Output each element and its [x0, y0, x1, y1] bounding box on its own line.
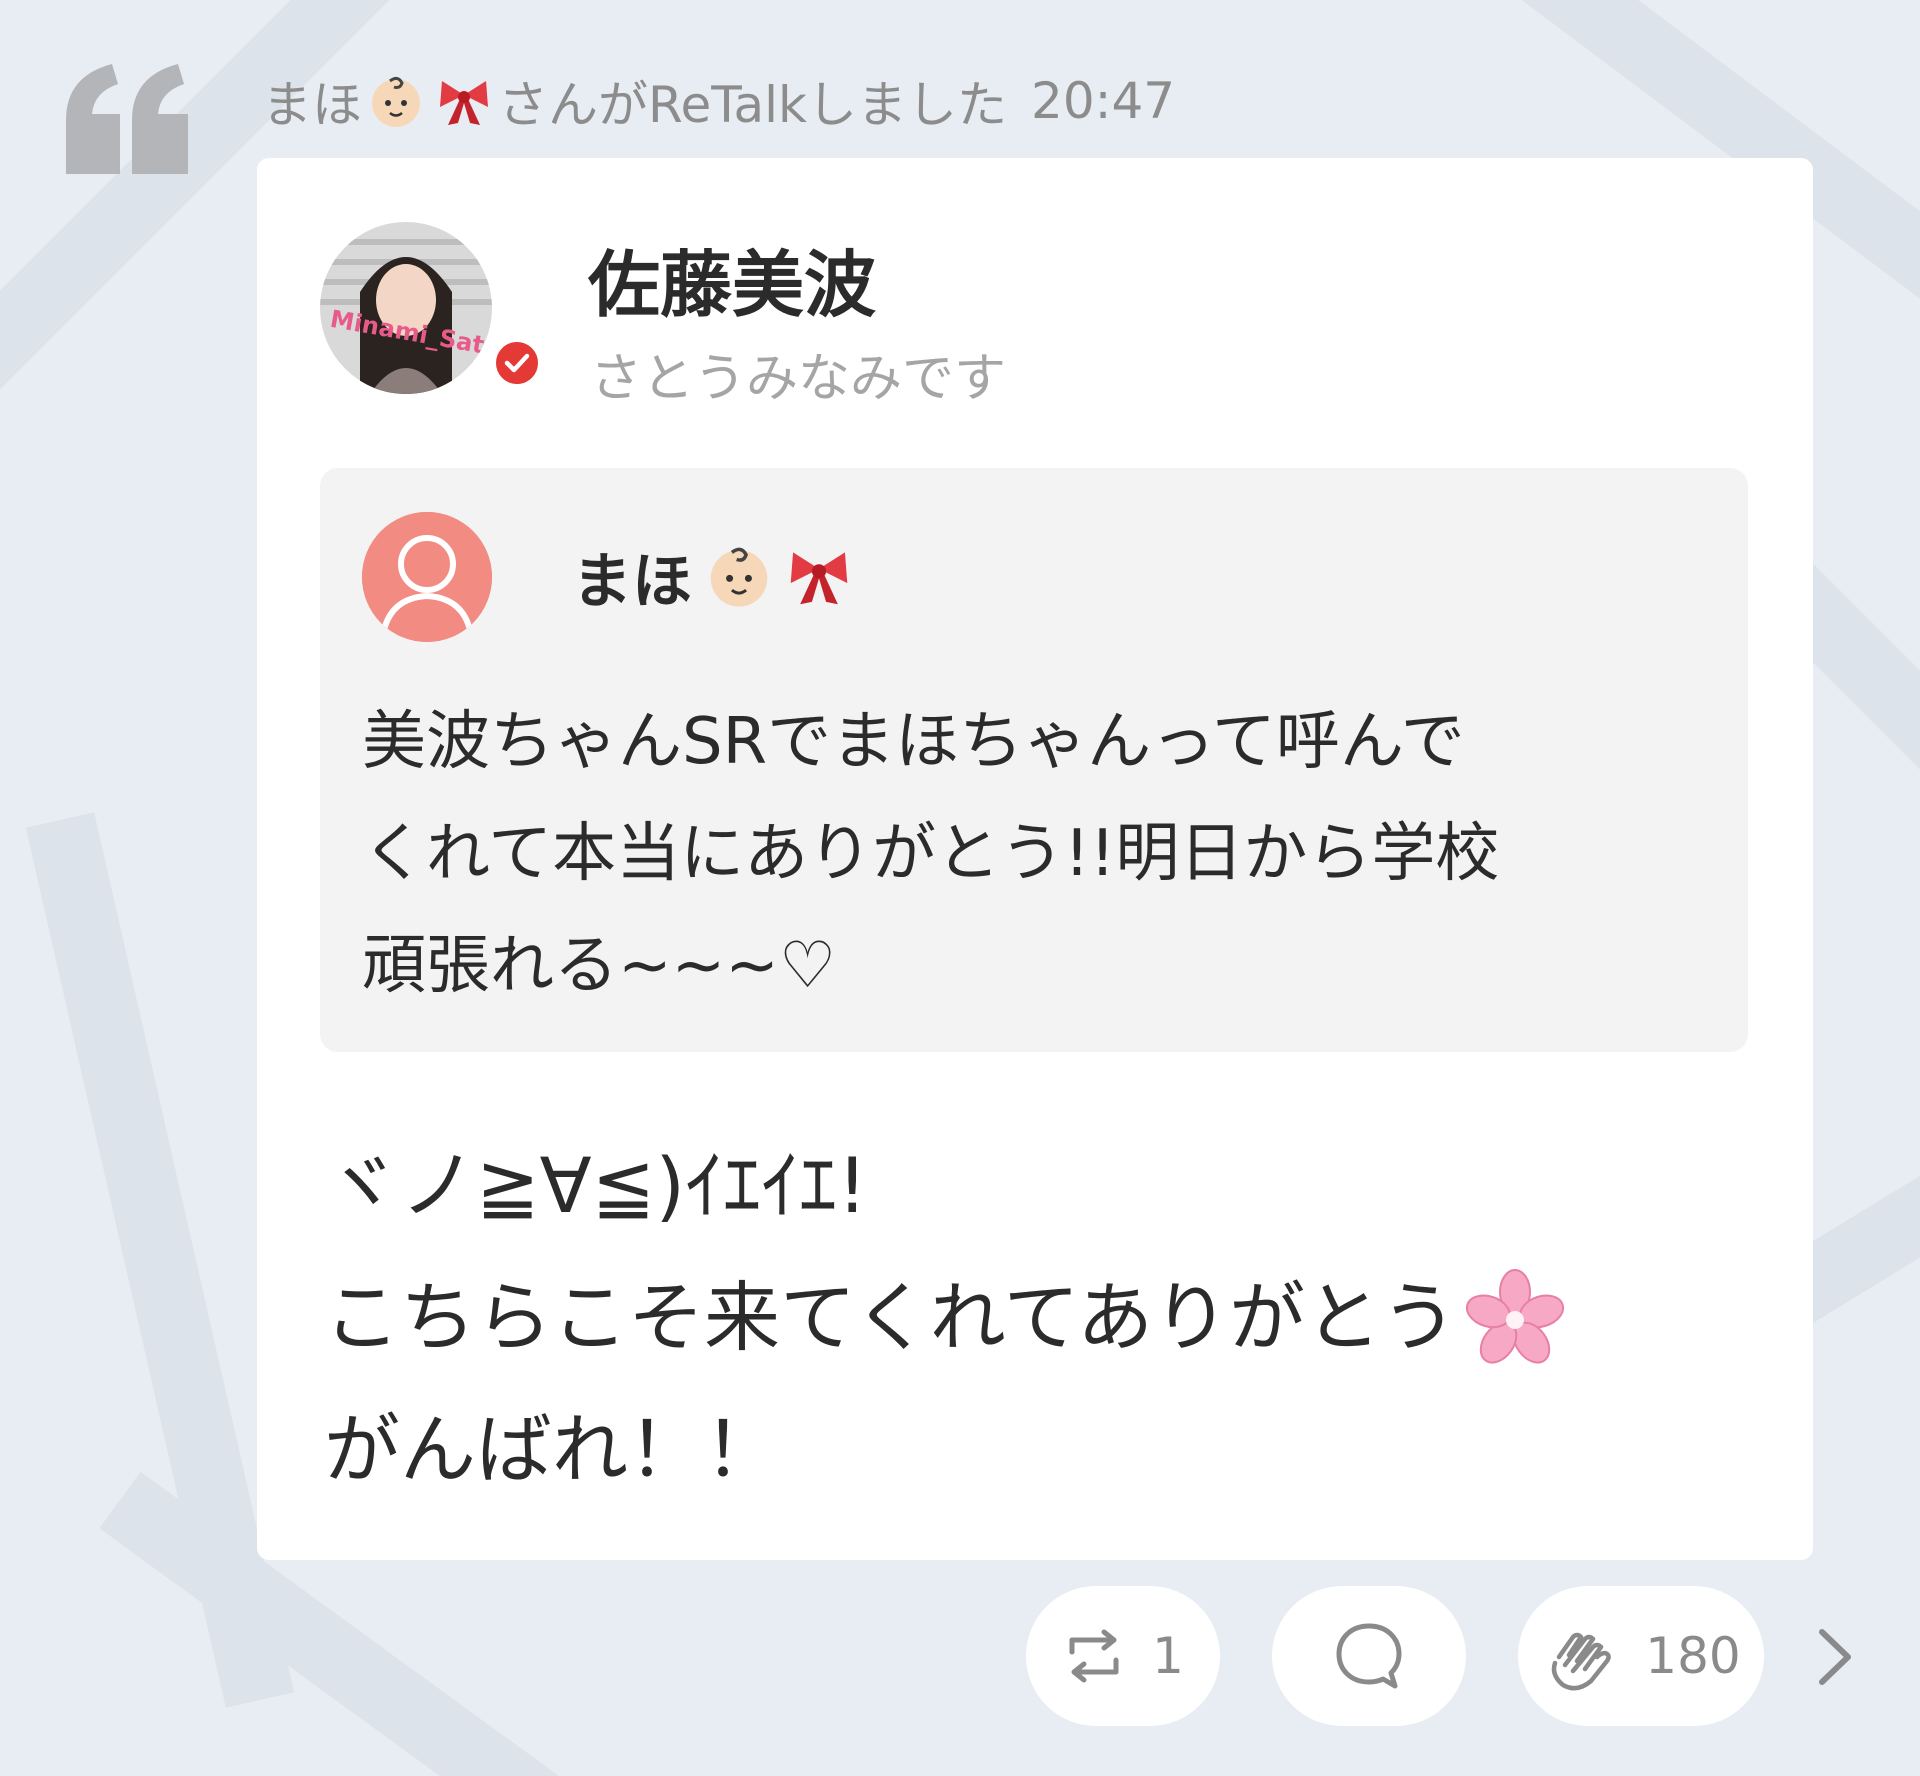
retalk-time: 20:47: [1031, 72, 1176, 130]
quote-icon: [66, 64, 188, 174]
quoted-user-name[interactable]: まほ: [572, 540, 852, 617]
quoted-line: くれて本当にありがとう!!明日から学校: [362, 817, 1500, 891]
reply-icon: [1336, 1623, 1402, 1689]
post-text: ヾノ≧∀≦)ｲｴｲｴ! こちらこそ来てくれてありがとう がんばれ！！: [324, 1120, 1764, 1516]
chevron-right-icon[interactable]: [1808, 1622, 1860, 1692]
post-line: こちらこそ来てくれてありがとう: [324, 1273, 1458, 1362]
retalk-user-name[interactable]: まほ: [262, 65, 362, 137]
clap-icon: [1552, 1632, 1612, 1691]
baby-emoji-icon: [372, 76, 420, 127]
quoted-user-name-text: まほ: [572, 546, 692, 617]
verified-badge-icon: [494, 340, 540, 386]
retalk-count: 1: [1152, 1627, 1184, 1685]
cherry-blossom-emoji-icon: [1466, 1269, 1565, 1364]
reply-button[interactable]: [1272, 1586, 1466, 1726]
retalk-icon: [1069, 1629, 1119, 1683]
retalk-button[interactable]: 1: [1026, 1586, 1220, 1726]
clap-count: 180: [1645, 1627, 1741, 1685]
quoted-user-avatar[interactable]: [362, 512, 492, 642]
post-line-with-emoji: こちらこそ来てくれてありがとう: [324, 1252, 1764, 1384]
baby-emoji-icon: [710, 547, 768, 607]
author-photo: Minami_Sato: [320, 222, 492, 394]
retalk-notice: まほ さんがReTalkしました 20:47: [262, 66, 1175, 136]
ribbon-emoji-icon: [790, 552, 848, 605]
author-name[interactable]: 佐藤美波: [588, 226, 876, 331]
quoted-line: 頑張れる~~~♡: [362, 929, 837, 1003]
post-line: ヾノ≧∀≦)ｲｴｲｴ!: [324, 1141, 868, 1230]
quoted-post-text: 美波ちゃんSRでまほちゃんって呼んで くれて本当にありがとう!!明日から学校 頑…: [362, 686, 1702, 1022]
post-line: がんばれ！！: [324, 1405, 780, 1494]
quoted-line: 美波ちゃんSRでまほちゃんって呼んで: [362, 705, 1465, 779]
author-handle: さとうみなみです: [590, 349, 1007, 409]
clap-button[interactable]: 180: [1518, 1586, 1764, 1726]
retalk-action-text: さんがReTalkしました: [498, 76, 1008, 134]
author-avatar[interactable]: Minami_Sato: [320, 222, 492, 394]
ribbon-emoji-icon: [440, 81, 488, 125]
default-avatar-icon: [362, 512, 492, 642]
